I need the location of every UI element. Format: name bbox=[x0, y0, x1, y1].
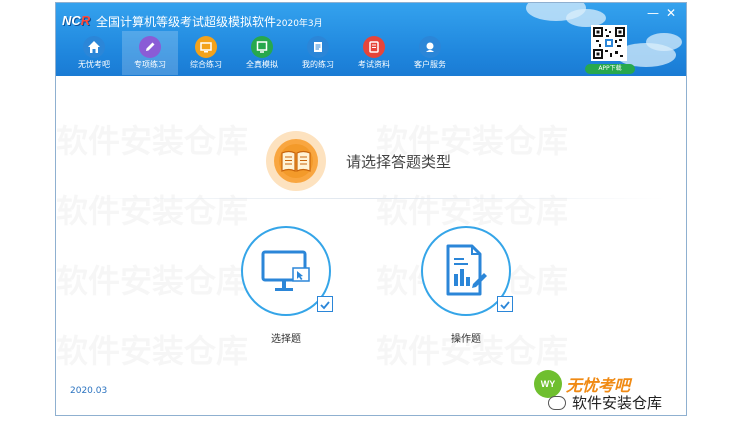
monitor-icon bbox=[195, 36, 217, 58]
tab-label: 全真模拟 bbox=[246, 60, 278, 69]
tab-label: 专项练习 bbox=[134, 60, 166, 69]
app-logo: NCR bbox=[62, 12, 91, 28]
divider bbox=[76, 198, 666, 199]
document-chart-icon bbox=[421, 226, 513, 316]
app-window: NCR 全国计算机等级考试超级模拟软件2020年3月 — ✕ 无忧考吧 专项练习 bbox=[55, 2, 687, 416]
open-book-icon bbox=[266, 131, 326, 191]
screen-icon bbox=[251, 36, 273, 58]
tab-label: 我的练习 bbox=[302, 60, 334, 69]
checkbox-icon bbox=[497, 296, 513, 312]
version-label: 2020.03 bbox=[70, 386, 108, 396]
source-credit-text: 软件安装仓库 bbox=[572, 394, 663, 412]
tab-label: 客户服务 bbox=[414, 60, 446, 69]
book-icon bbox=[363, 36, 385, 58]
title-bar: NCR 全国计算机等级考试超级模拟软件2020年3月 — ✕ 无忧考吧 专项练习 bbox=[56, 3, 686, 76]
tab-label: 考试资料 bbox=[358, 60, 390, 69]
operation-question-option[interactable]: 操作题 bbox=[406, 226, 526, 345]
tab-home[interactable]: 无忧考吧 bbox=[66, 31, 122, 75]
source-credit: 软件安装仓库 bbox=[548, 392, 662, 413]
tab-customer-service[interactable]: 客户服务 bbox=[402, 31, 458, 75]
answer-type-prompt: 请选择答题类型 bbox=[346, 152, 452, 171]
operation-question-label: 操作题 bbox=[451, 334, 481, 345]
app-title: 全国计算机等级考试超级模拟软件2020年3月 bbox=[96, 15, 323, 29]
tab-special-practice[interactable]: 专项练习 bbox=[122, 31, 178, 75]
tab-comprehensive-practice[interactable]: 综合练习 bbox=[178, 31, 234, 75]
minimize-button[interactable]: — bbox=[645, 6, 661, 20]
support-icon bbox=[419, 36, 441, 58]
pencil-icon bbox=[139, 36, 161, 58]
app-download-button[interactable]: APP下载 bbox=[585, 64, 635, 74]
checkbox-icon bbox=[317, 296, 333, 312]
multiple-choice-label: 选择题 bbox=[271, 334, 301, 345]
tab-my-practice[interactable]: 我的练习 bbox=[290, 31, 346, 75]
close-button[interactable]: ✕ bbox=[663, 6, 679, 20]
main-nav: 无忧考吧 专项练习 综合练习 全真模拟 我的练习 考试资料 客户服务 bbox=[66, 31, 458, 75]
multiple-choice-option[interactable]: 选择题 bbox=[226, 226, 346, 345]
qr-code bbox=[591, 25, 627, 61]
chat-bubble-icon bbox=[548, 395, 566, 410]
tab-exam-materials[interactable]: 考试资料 bbox=[346, 31, 402, 75]
tab-full-simulation[interactable]: 全真模拟 bbox=[234, 31, 290, 75]
tab-label: 综合练习 bbox=[190, 60, 222, 69]
tab-label: 无忧考吧 bbox=[78, 60, 110, 69]
watermark: 软件安装仓库软件安装仓库 软件安装仓库软件安装仓库 软件安装仓库软件安装仓库 软… bbox=[56, 76, 686, 415]
app-title-date: 2020年3月 bbox=[276, 19, 323, 29]
answer-type-header: 请选择答题类型 bbox=[266, 131, 451, 191]
monitor-cursor-icon bbox=[241, 226, 333, 316]
home-icon bbox=[83, 36, 105, 58]
document-icon bbox=[307, 36, 329, 58]
